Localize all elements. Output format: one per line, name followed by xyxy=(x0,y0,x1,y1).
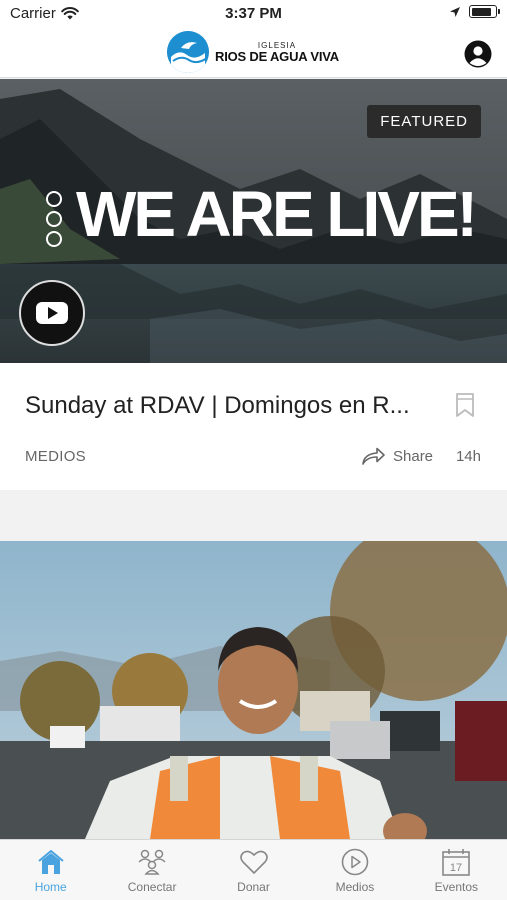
featured-card[interactable]: FEATURED WE ARE LIVE! Sunday at RDAV | D… xyxy=(0,79,507,490)
battery-icon xyxy=(469,5,500,18)
status-bar: Carrier 3:37 PM xyxy=(0,0,507,28)
tab-conectar[interactable]: Conectar xyxy=(101,840,202,900)
share-button[interactable]: Share xyxy=(361,447,433,465)
tab-medios-label: Medios xyxy=(335,880,375,894)
tab-conectar-label: Conectar xyxy=(127,880,177,894)
share-label: Share xyxy=(393,447,434,465)
featured-badge: FEATURED xyxy=(367,105,481,138)
profile-icon[interactable] xyxy=(464,40,492,68)
logo-mark-icon xyxy=(167,31,209,73)
tab-eventos[interactable]: 17 Eventos xyxy=(406,840,507,900)
bookmark-icon[interactable] xyxy=(455,392,475,423)
post-time-ago: 14h xyxy=(455,448,481,465)
social-icons xyxy=(46,191,62,247)
youtube-small-icon xyxy=(46,231,62,247)
tab-eventos-label: Eventos xyxy=(434,880,478,894)
logo-big-text: RIOS DE AGUA VIVA xyxy=(215,48,339,64)
tab-medios[interactable]: Medios xyxy=(304,840,405,900)
tab-home[interactable]: Home xyxy=(0,840,101,900)
status-right xyxy=(449,5,500,18)
tab-home-label: Home xyxy=(34,880,67,894)
category-label[interactable]: MEDIOS xyxy=(25,448,86,465)
calendar-icon: 17 xyxy=(442,849,471,876)
location-arrow-icon xyxy=(450,6,460,17)
people-icon xyxy=(138,849,166,875)
tab-donar-label: Donar xyxy=(237,880,270,894)
status-time: 3:37 PM xyxy=(225,5,282,22)
play-circle-icon xyxy=(341,848,369,876)
featured-title[interactable]: Sunday at RDAV | Domingos en R... xyxy=(25,392,425,420)
logo-text: IGLESIA RIOS DE AGUA VIVA xyxy=(215,41,339,64)
facebook-icon xyxy=(46,191,62,207)
calendar-day: 17 xyxy=(450,862,462,874)
youtube-play-button[interactable] xyxy=(19,280,85,346)
tab-donar[interactable]: Donar xyxy=(203,840,304,900)
battery-level xyxy=(471,7,492,16)
hero-headline: WE ARE LIVE! xyxy=(76,178,478,250)
home-icon xyxy=(38,850,64,874)
church-logo[interactable]: IGLESIA RIOS DE AGUA VIVA xyxy=(167,31,339,73)
share-arrow-icon xyxy=(362,447,385,465)
instagram-icon xyxy=(46,211,62,227)
tab-bar: Home Conectar Donar Medios 17 Eventos xyxy=(0,839,507,900)
nav-bar: IGLESIA RIOS DE AGUA VIVA xyxy=(0,28,507,78)
heart-icon xyxy=(239,850,268,874)
post-card-image[interactable] xyxy=(0,541,507,839)
featured-hero-image[interactable]: FEATURED WE ARE LIVE! xyxy=(0,79,507,363)
